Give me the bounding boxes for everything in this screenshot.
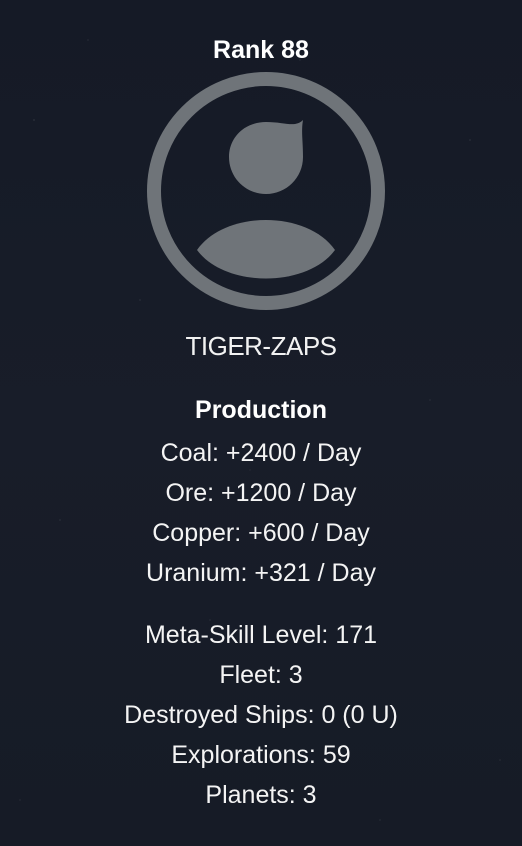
production-item-uranium: Uranium: +321 / Day (146, 559, 376, 587)
production-item-coal: Coal: +2400 / Day (160, 439, 362, 467)
rank-label: Rank 88 (213, 36, 309, 64)
player-username: TIGER-ZAPS (185, 331, 337, 361)
stats-list: Meta-Skill Level: 171 Fleet: 3 Destroyed… (0, 615, 522, 815)
stat-fleet: Fleet: 3 (219, 661, 303, 689)
user-avatar-icon (145, 70, 387, 312)
stat-explorations: Explorations: 59 (171, 741, 351, 769)
production-item-copper: Copper: +600 / Day (152, 519, 370, 547)
production-item-ore: Ore: +1200 / Day (165, 479, 357, 507)
player-profile-panel: Rank 88 TIGER-ZAPS Production Coal: +240… (0, 0, 522, 846)
stat-destroyed-ships: Destroyed Ships: 0 (0 U) (124, 701, 398, 729)
stat-meta-skill-level: Meta-Skill Level: 171 (144, 621, 378, 649)
production-title: Production (195, 396, 327, 424)
stat-planets: Planets: 3 (205, 781, 317, 809)
production-list: Coal: +2400 / Day Ore: +1200 / Day Coppe… (0, 433, 522, 593)
